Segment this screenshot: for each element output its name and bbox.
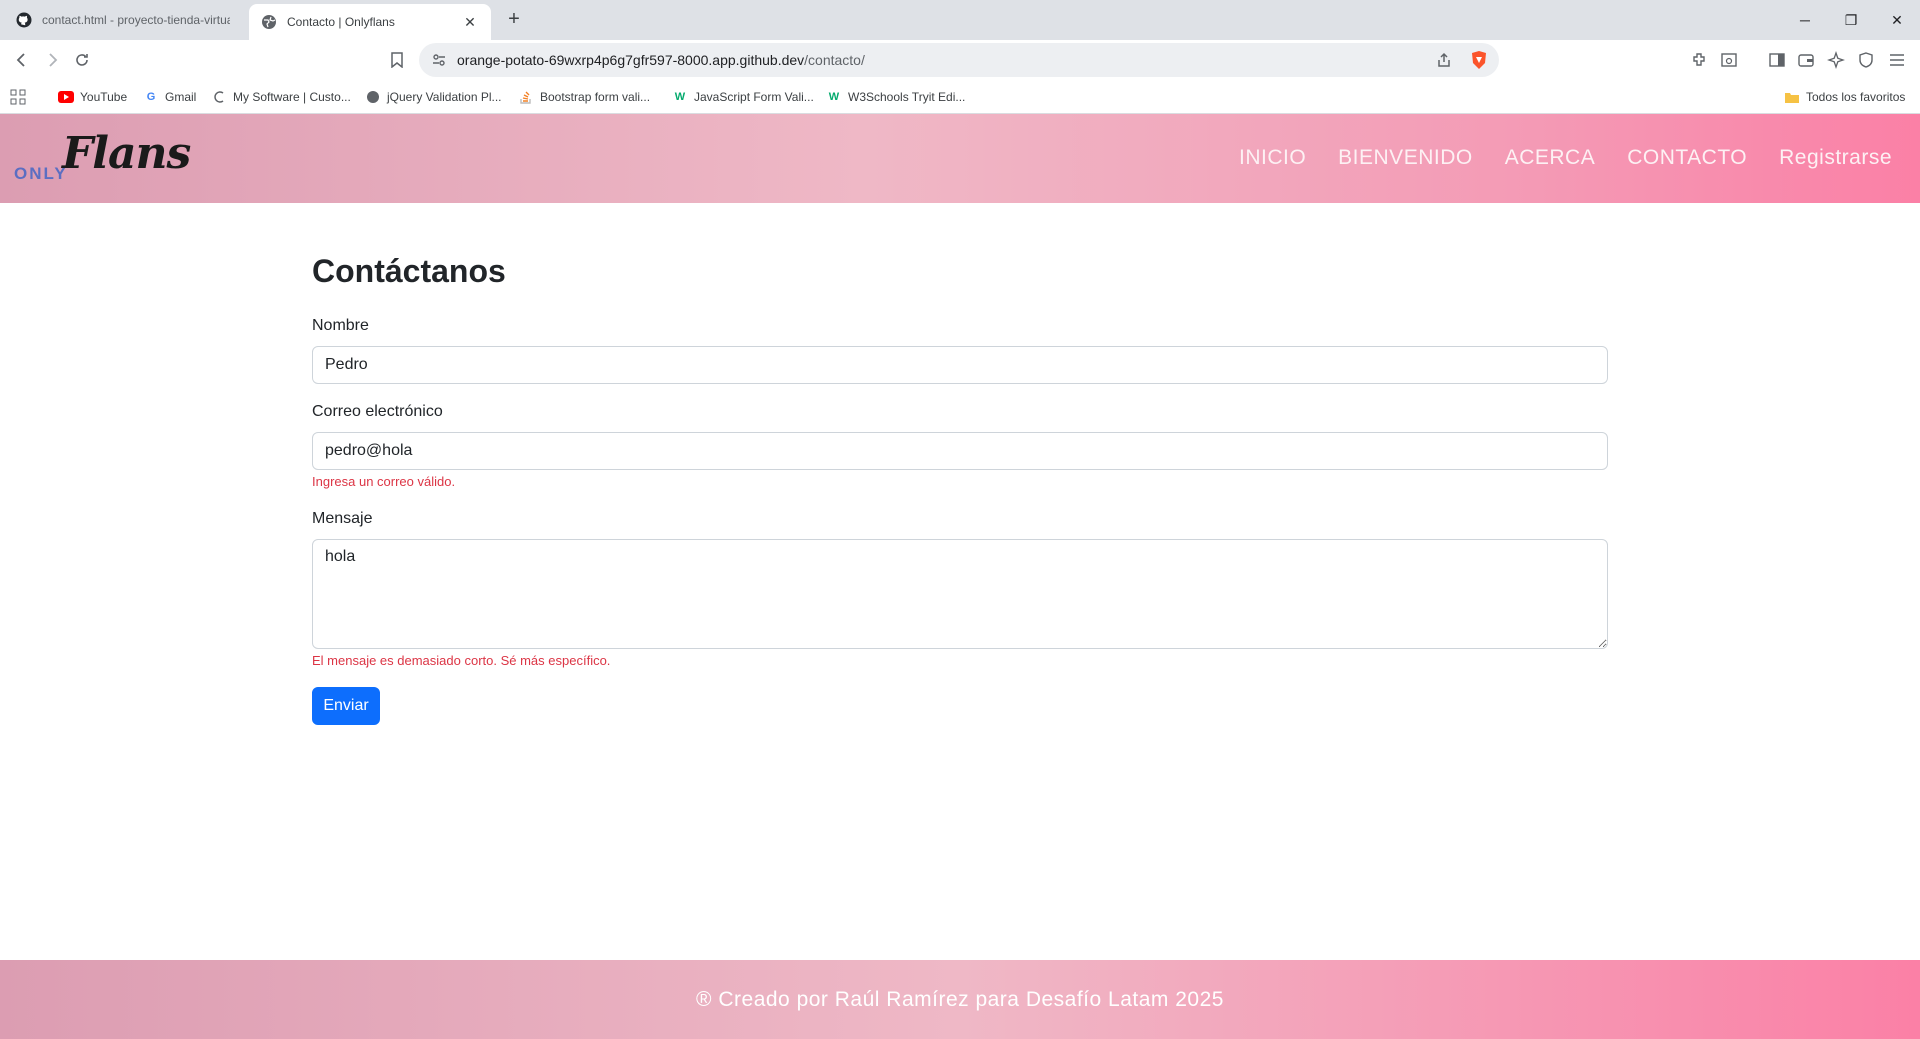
all-bookmarks-folder[interactable]: Todos los favoritos <box>1784 88 1905 106</box>
bookmark-bootstrap-form[interactable]: Bootstrap form vali... <box>518 88 650 106</box>
nav-contacto[interactable]: CONTACTO <box>1627 146 1747 170</box>
new-tab-icon[interactable]: + <box>502 8 526 32</box>
menu-icon[interactable] <box>1886 49 1908 71</box>
forward-icon[interactable] <box>40 48 64 72</box>
bookmark-label: Gmail <box>165 90 197 104</box>
window-close-icon[interactable]: ✕ <box>1874 0 1920 40</box>
tab-github-contact[interactable]: contact.html - proyecto-tienda-virtua <box>4 4 242 36</box>
tab-label: Contacto | Onlyflans <box>287 15 395 29</box>
email-label: Correo electrónico <box>312 403 443 420</box>
message-error: El mensaje es demasiado corto. Sé más es… <box>312 653 611 668</box>
nav-bienvenido[interactable]: BIENVENIDO <box>1338 146 1473 170</box>
bookmark-w3schools-tryit[interactable]: W W3Schools Tryit Edi... <box>826 88 966 106</box>
minimize-icon[interactable]: ─ <box>1782 0 1828 40</box>
nav-inicio[interactable]: INICIO <box>1239 146 1306 170</box>
bookmarks-bar: YouTube G Gmail My Software | Custo... j… <box>0 80 1920 114</box>
nav-acerca[interactable]: ACERCA <box>1505 146 1596 170</box>
url-path: /contacto/ <box>804 52 865 68</box>
main-nav: INICIO BIENVENIDO ACERCA CONTACTO Regist… <box>1239 146 1892 170</box>
sidebar-icon[interactable] <box>1766 49 1788 71</box>
url-host: orange-potato-69wxrp4p6g7gfr597-8000.app… <box>457 52 805 68</box>
name-label: Nombre <box>312 317 369 334</box>
bookmark-label: jQuery Validation Pl... <box>387 90 502 104</box>
bookmark-label: Bootstrap form vali... <box>540 90 651 104</box>
globe-icon <box>261 14 277 30</box>
site-footer: ® Creado por Raúl Ramírez para Desafío L… <box>0 960 1920 1039</box>
google-icon: G <box>146 91 156 103</box>
brave-shield-icon[interactable] <box>1468 49 1490 71</box>
all-bookmarks-label: Todos los favoritos <box>1806 90 1906 104</box>
address-bar[interactable]: orange-potato-69wxrp4p6g7gfr597-8000.app… <box>419 43 1499 77</box>
submit-button[interactable]: Enviar <box>312 687 380 725</box>
tab-label: contact.html - proyecto-tienda-virtua <box>42 13 230 27</box>
bookmark-jquery-validation[interactable]: jQuery Validation Pl... <box>365 88 502 106</box>
bookmark-icon[interactable] <box>385 48 409 72</box>
close-tab-icon[interactable]: ✕ <box>461 14 479 31</box>
software-icon <box>211 89 227 105</box>
site-logo[interactable]: ONLY Flans <box>14 128 191 188</box>
browser-tab-bar: contact.html - proyecto-tienda-virtua Co… <box>0 0 1920 40</box>
share-icon[interactable] <box>1433 49 1455 71</box>
bookmark-label: JavaScript Form Vali... <box>694 90 814 104</box>
bookmark-youtube[interactable]: YouTube <box>58 88 127 106</box>
name-input[interactable] <box>312 346 1608 384</box>
url-text: orange-potato-69wxrp4p6g7gfr597-8000.app… <box>457 52 865 68</box>
page-title: Contáctanos <box>312 253 506 289</box>
site-header: ONLY Flans INICIO BIENVENIDO ACERCA CONT… <box>0 114 1920 203</box>
extensions-icon[interactable] <box>1689 49 1711 71</box>
tab-search-icon[interactable] <box>1718 49 1740 71</box>
stackoverflow-icon <box>518 89 534 105</box>
restore-icon[interactable]: ❐ <box>1828 0 1874 40</box>
email-error: Ingresa un correo válido. <box>312 474 456 489</box>
bookmark-label: YouTube <box>80 90 128 104</box>
logo-flans-text: Flans <box>62 128 191 179</box>
leo-ai-icon[interactable] <box>1825 49 1847 71</box>
message-label: Mensaje <box>312 510 373 527</box>
bookmark-label: My Software | Custo... <box>233 90 351 104</box>
apps-icon[interactable] <box>10 88 26 106</box>
logo-only-text: ONLY <box>14 164 68 183</box>
w3schools-icon: W <box>674 91 686 103</box>
bookmark-gmail[interactable]: G Gmail <box>143 88 197 106</box>
bookmark-js-form-validation[interactable]: W JavaScript Form Vali... <box>672 88 814 106</box>
vpn-icon[interactable] <box>1855 49 1877 71</box>
folder-icon <box>1784 89 1800 105</box>
w3schools-icon: W <box>828 91 840 103</box>
github-icon <box>16 12 32 28</box>
email-input[interactable] <box>312 432 1608 470</box>
youtube-icon <box>58 89 74 105</box>
wallet-icon[interactable] <box>1795 49 1817 71</box>
nav-registrarse[interactable]: Registrarse <box>1779 146 1892 170</box>
globe-icon <box>365 89 381 105</box>
bookmark-label: W3Schools Tryit Edi... <box>848 90 966 104</box>
site-settings-icon[interactable] <box>428 49 450 71</box>
bookmark-my-software[interactable]: My Software | Custo... <box>211 88 351 106</box>
footer-text: ® Creado por Raúl Ramírez para Desafío L… <box>696 987 1224 1011</box>
message-textarea[interactable]: hola <box>312 539 1608 649</box>
tab-contacto[interactable]: Contacto | Onlyflans ✕ <box>249 4 491 40</box>
reload-icon[interactable] <box>70 48 94 72</box>
back-icon[interactable] <box>10 48 34 72</box>
